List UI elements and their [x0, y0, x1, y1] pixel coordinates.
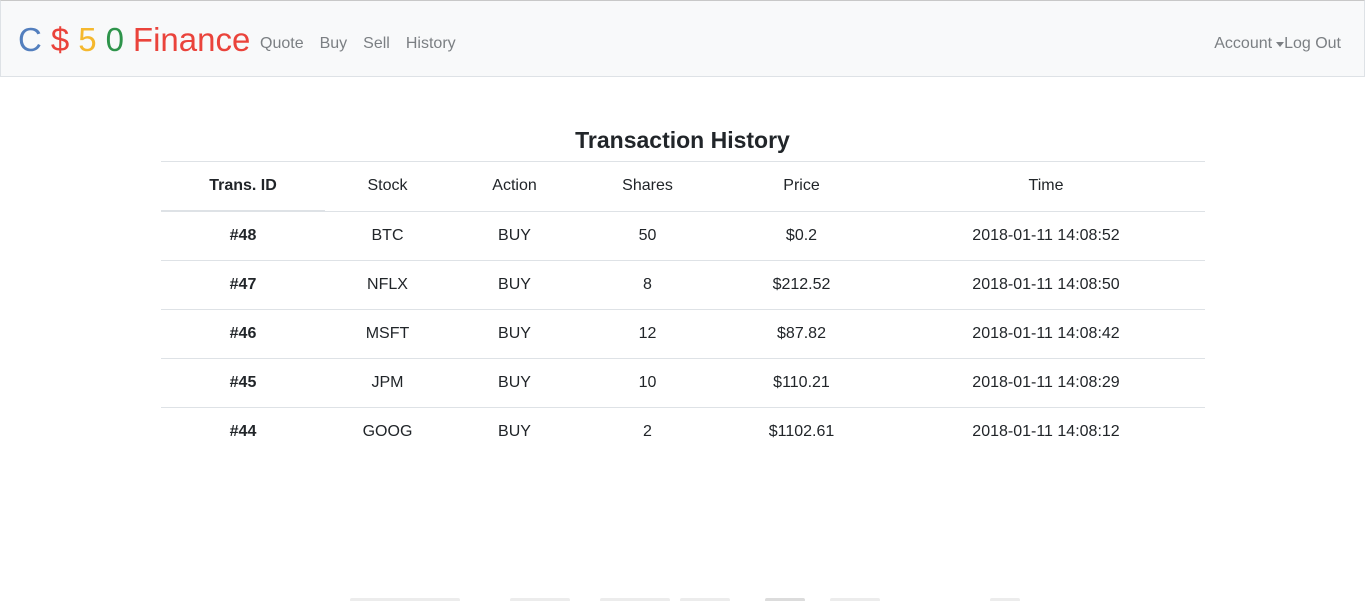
main-nav: Quote Buy Sell History: [260, 34, 472, 54]
header-stock: Stock: [325, 161, 450, 212]
cell-stock: BTC: [371, 226, 404, 244]
cell-stock: GOOG: [325, 407, 450, 456]
cell-action: BUY: [450, 309, 579, 359]
page-title: Transaction History: [575, 127, 790, 153]
cell-price: $0.2: [785, 226, 818, 244]
cell-action: BUY: [450, 260, 579, 310]
brand-letter-dollar: $: [50, 21, 70, 58]
header-shares: Shares: [579, 161, 716, 212]
table-row: #46 MSFT BUY 12 $87.82 2018-01-11 14:08:…: [161, 309, 1205, 359]
cell-trans-id: #45: [161, 358, 325, 408]
cell-shares: 8: [579, 260, 716, 310]
nav-history[interactable]: History: [406, 34, 456, 54]
user-nav: Account Log Out: [1214, 34, 1341, 54]
header-trans-id: Trans. ID: [161, 161, 325, 212]
transaction-table: Trans. ID Stock Action Shares Price Time…: [161, 161, 1205, 456]
nav-buy[interactable]: Buy: [320, 34, 348, 54]
caret-down-icon: [1276, 41, 1285, 47]
account-dropdown[interactable]: Account: [1214, 34, 1285, 54]
table-row: #47 NFLX BUY 8 $212.52 2018-01-11 14:08:…: [161, 260, 1205, 310]
table-header-row: Trans. ID Stock Action Shares Price Time: [161, 161, 1205, 212]
cell-shares: 2: [579, 407, 716, 456]
cell-action: BUY: [450, 358, 579, 408]
nav-quote[interactable]: Quote: [260, 34, 304, 54]
cell-time: 2018-01-11 14:08:42: [887, 309, 1205, 359]
brand-letter-c: C: [18, 21, 42, 58]
table-row: #48 BTC BUY 50 $0.2 2018-01-11 14:08:52: [161, 211, 1205, 261]
cell-time: 2018-01-11 14:08:12: [887, 407, 1205, 456]
brand-word: Finance: [132, 21, 251, 58]
cell-stock: JPM: [325, 358, 450, 408]
cell-time: 2018-01-11 14:08:52: [972, 226, 1120, 244]
table-row: #45 JPM BUY 10 $110.21 2018-01-11 14:08:…: [161, 358, 1205, 408]
cell-action: BUY: [498, 226, 531, 244]
cell-stock: NFLX: [325, 260, 450, 310]
brand-letter-5: 5: [78, 21, 97, 58]
cell-action: BUY: [450, 407, 579, 456]
cell-shares: 50: [638, 226, 657, 244]
header-price: Price: [716, 161, 887, 212]
table-row: #44 GOOG BUY 2 $1102.61 2018-01-11 14:08…: [161, 407, 1205, 456]
brand-logo-link[interactable]: C $5 0 Finance: [18, 20, 250, 60]
cell-price: $87.82: [716, 309, 887, 359]
cell-shares: 12: [579, 309, 716, 359]
logout-link[interactable]: Log Out: [1284, 34, 1341, 54]
account-label: Account: [1214, 35, 1273, 52]
cell-trans-id: #44: [161, 407, 325, 456]
faded-footer-decoration: [350, 594, 1050, 601]
cell-price: $110.21: [716, 358, 887, 408]
cell-time: 2018-01-11 14:08:50: [887, 260, 1205, 310]
cell-trans-id: #47: [161, 260, 325, 310]
cell-trans-id: #46: [161, 309, 325, 359]
navbar: C $5 0 Finance Quote Buy Sell History Accou…: [0, 0, 1365, 77]
cell-price: $212.52: [716, 260, 887, 310]
cell-price: $1102.61: [716, 407, 887, 456]
cell-shares: 10: [579, 358, 716, 408]
header-time: Time: [887, 161, 1205, 212]
nav-sell[interactable]: Sell: [363, 34, 390, 54]
header-action: Action: [450, 161, 579, 212]
brand-letter-0: 0: [105, 21, 124, 58]
cell-time: 2018-01-11 14:08:29: [887, 358, 1205, 408]
cell-stock: MSFT: [325, 309, 450, 359]
cell-trans-id: #48: [229, 227, 257, 244]
